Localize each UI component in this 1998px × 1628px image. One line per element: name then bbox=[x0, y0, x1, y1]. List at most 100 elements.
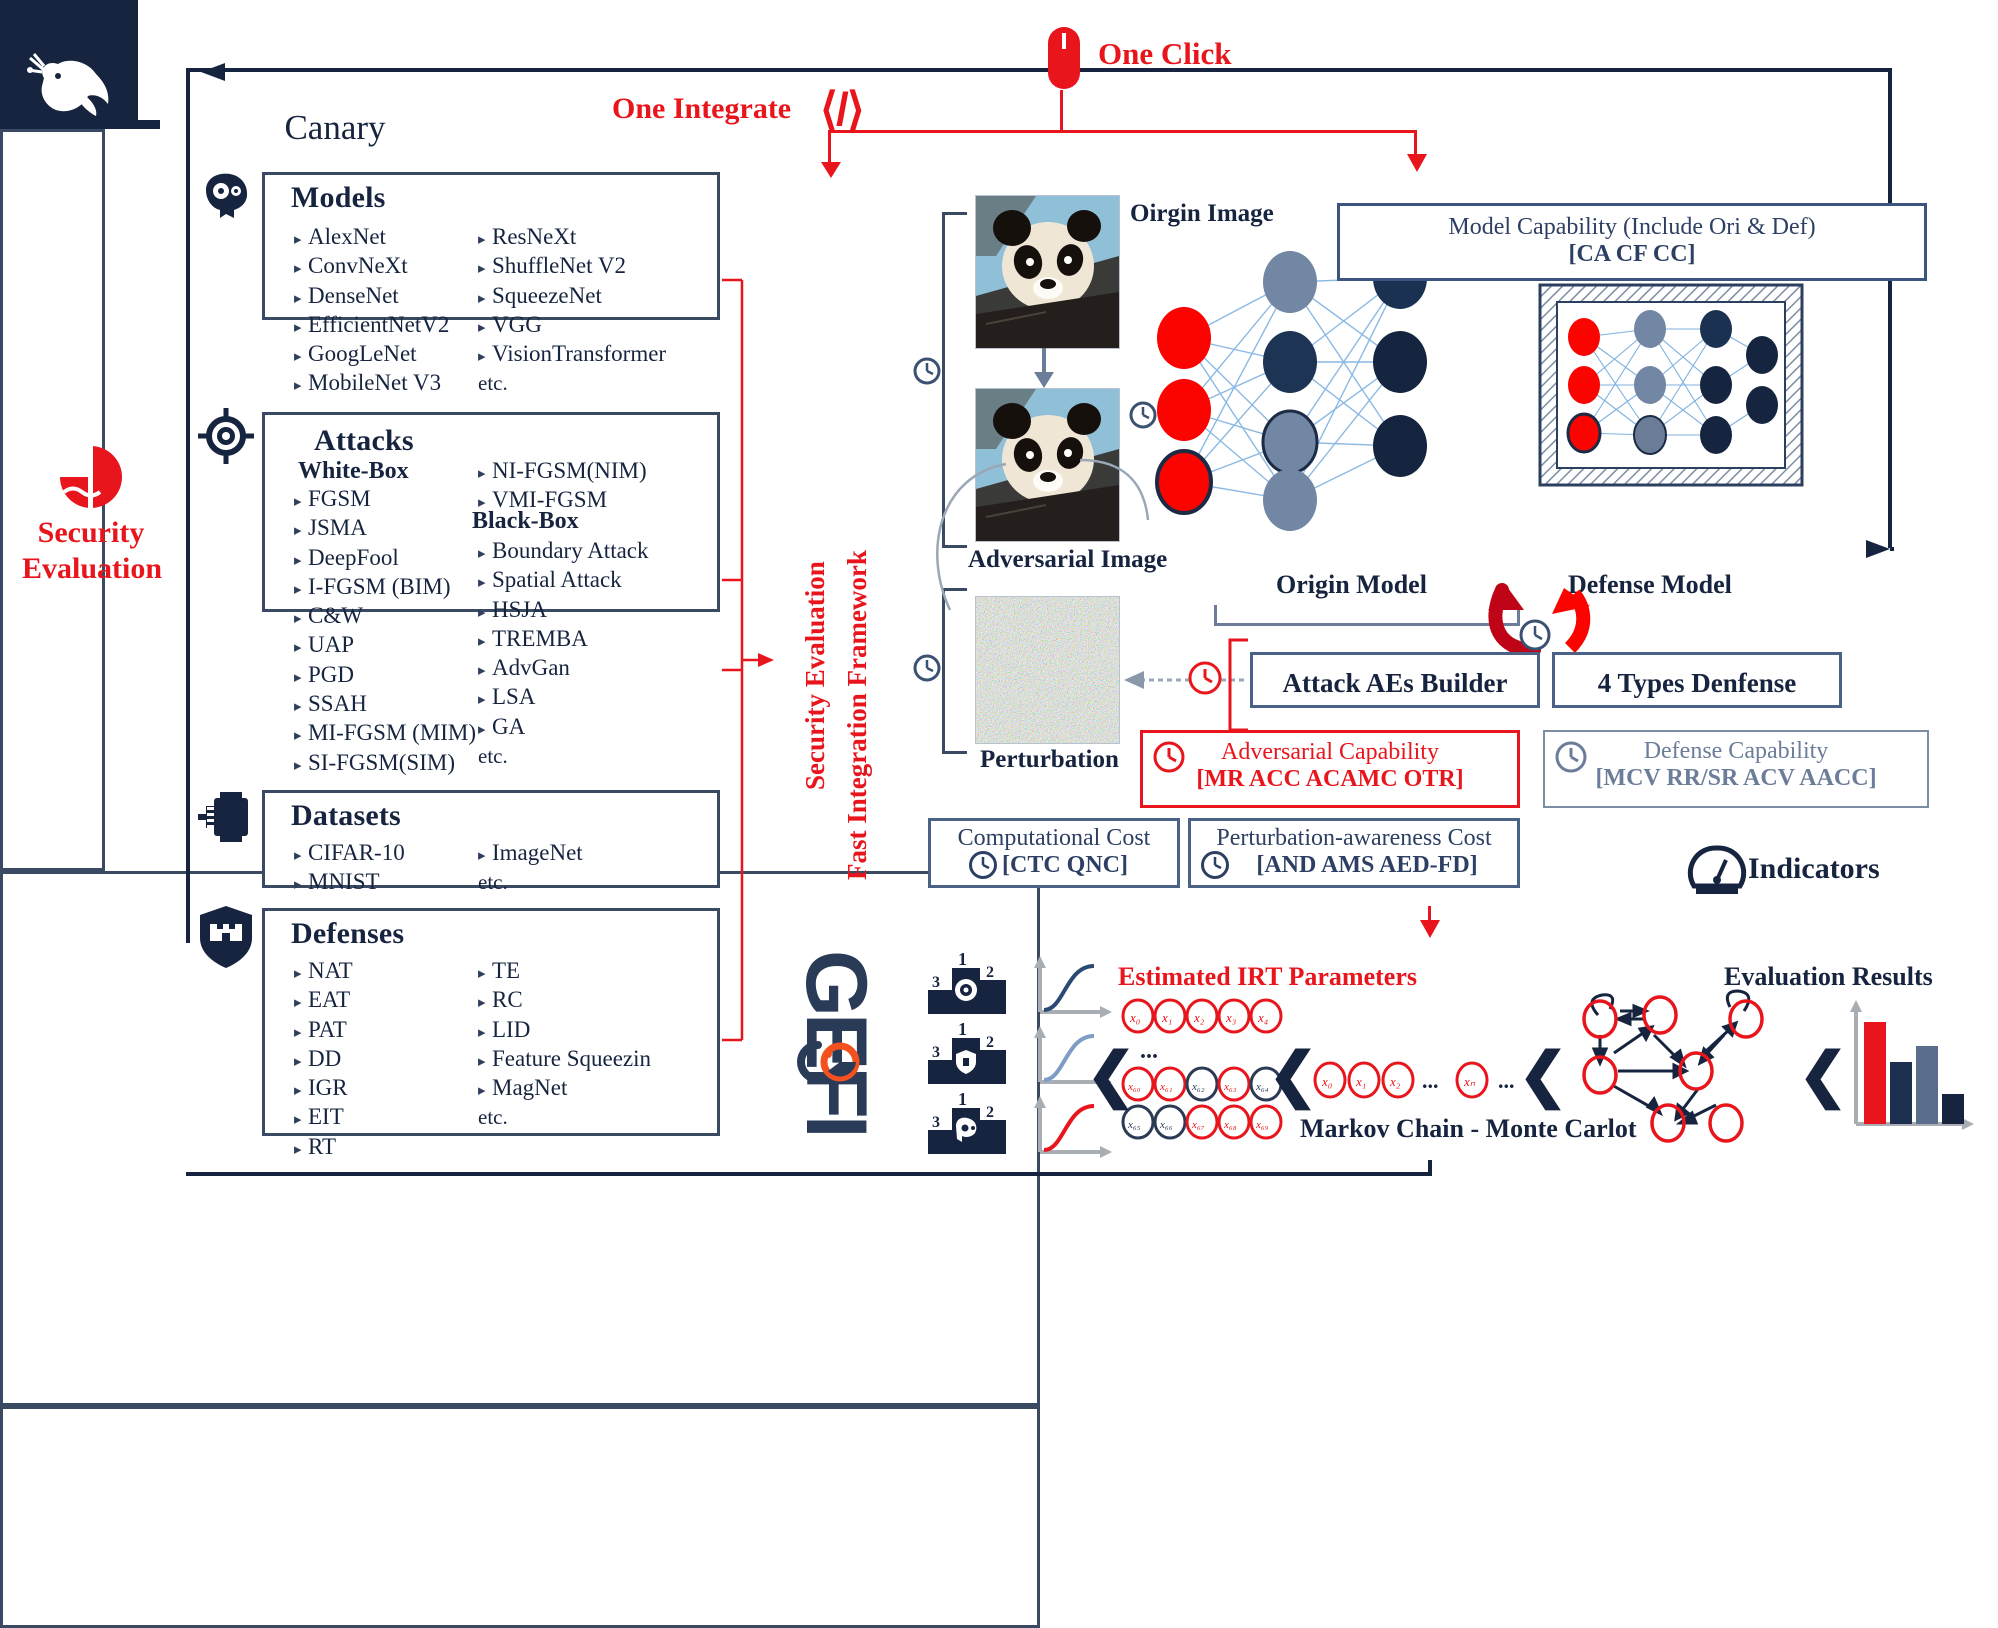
podium-icon-attacks: 1 2 3 bbox=[928, 949, 1006, 1014]
svg-text:x₂: x₂ bbox=[1193, 1010, 1205, 1025]
gefi-logo-icon bbox=[797, 1041, 860, 1083]
model-capability-metrics: [CA CF CC] bbox=[1568, 241, 1696, 267]
outer-wire-top bbox=[186, 68, 1892, 72]
attacks-item: Spatial Attack bbox=[492, 567, 622, 593]
shield-castle-icon bbox=[200, 906, 252, 968]
bullet-icon: ▸ bbox=[478, 721, 486, 738]
bullet-icon: ▸ bbox=[294, 581, 302, 598]
model-capability-box: Model Capability (Include Ori & Def) [CA… bbox=[1337, 203, 1927, 281]
datasets-col2: ▸ ImageNet etc. bbox=[478, 840, 583, 896]
bullet-icon: ▸ bbox=[294, 1141, 302, 1158]
models-item: AlexNet bbox=[308, 224, 386, 249]
svg-text:x₁: x₁ bbox=[1161, 1010, 1172, 1025]
svg-text:x₆₄: x₆₄ bbox=[1255, 1081, 1269, 1093]
bullet-icon: ▸ bbox=[478, 290, 486, 307]
defense-capability-title: Defense Capability bbox=[1643, 738, 1829, 764]
left-panels-collector bbox=[722, 278, 774, 1042]
attack-aes-builder-box[interactable]: Attack AEs Builder bbox=[1250, 652, 1540, 708]
attacks-item: LSA bbox=[492, 684, 536, 710]
clock-icon bbox=[1555, 741, 1587, 773]
bullet-icon: ▸ bbox=[478, 663, 486, 680]
models-col2: ▸ ResNeXt ▸ ShuffleNet V2 ▸ SqueezeNet ▸ VGG… bbox=[478, 224, 666, 397]
panel-models-title: Models bbox=[291, 181, 386, 214]
bullet-icon: ▸ bbox=[294, 232, 302, 248]
datasets-item: ImageNet bbox=[492, 840, 583, 865]
bullet-icon: ▸ bbox=[294, 757, 302, 774]
defenses-item: RT bbox=[308, 1133, 337, 1159]
brain-gears-icon bbox=[206, 173, 248, 218]
defenses-item: NAT bbox=[308, 958, 353, 983]
svg-text:1: 1 bbox=[958, 1089, 967, 1109]
defense-types-box[interactable]: 4 Types Denfense bbox=[1552, 652, 1842, 708]
defenses-item: DD bbox=[308, 1045, 342, 1071]
bullet-icon: ▸ bbox=[294, 995, 302, 1012]
bullet-icon: ▸ bbox=[478, 1083, 486, 1100]
click-arrow-left bbox=[821, 162, 841, 178]
bullet-icon: ▸ bbox=[294, 1083, 302, 1100]
attacks-item: I-FGSM (BIM) bbox=[308, 573, 451, 599]
outer-wire-arrow-left bbox=[201, 63, 225, 81]
svg-text:x₆₈: x₆₈ bbox=[1223, 1119, 1237, 1131]
models-item: MobileNet V3 bbox=[308, 370, 442, 396]
attacks-item: Boundary Attack bbox=[492, 538, 649, 563]
datasets-etc: etc. bbox=[478, 870, 508, 895]
bar-1 bbox=[1864, 1022, 1886, 1124]
brand-underline bbox=[0, 120, 160, 129]
bullet-icon: ▸ bbox=[294, 699, 302, 716]
bar-2 bbox=[1890, 1062, 1912, 1124]
datasets-col1: ▸ CIFAR-10 ▸ MNIST bbox=[294, 840, 405, 899]
evaluation-panel bbox=[0, 1406, 1040, 1628]
bullet-icon: ▸ bbox=[294, 494, 302, 510]
click-wire-vertical bbox=[1060, 90, 1063, 132]
bullet-icon: ▸ bbox=[478, 1053, 486, 1070]
bar-3 bbox=[1916, 1046, 1938, 1124]
outer-wire-bottom bbox=[186, 1172, 1432, 1176]
attacks-item: MI-FGSM (MIM) bbox=[308, 720, 477, 746]
bullet-icon: ▸ bbox=[478, 692, 486, 709]
bullet-icon: ▸ bbox=[478, 966, 486, 982]
origin-model-bracket bbox=[1214, 605, 1520, 626]
bullet-icon: ▸ bbox=[294, 1024, 302, 1041]
attacks-item: C&W bbox=[308, 603, 363, 629]
crosshair-target-icon bbox=[198, 408, 254, 464]
clock-icon bbox=[1188, 661, 1222, 695]
models-col1: ▸ AlexNet ▸ ConvNeXt ▸ DenseNet ▸ EfficientN… bbox=[294, 224, 449, 400]
bullet-icon: ▸ bbox=[294, 848, 302, 864]
defenses-item: MagNet bbox=[492, 1075, 568, 1101]
attacks-item: GA bbox=[492, 713, 526, 739]
chevron-left-icon: ❮ bbox=[1798, 1042, 1849, 1108]
database-icon bbox=[198, 792, 248, 842]
bullet-icon: ▸ bbox=[294, 290, 302, 307]
svg-text:2: 2 bbox=[986, 964, 994, 981]
podium-icon-defenses: 1 2 3 bbox=[928, 1019, 1006, 1084]
svg-text:xₙ: xₙ bbox=[1463, 1074, 1476, 1089]
svg-text:1: 1 bbox=[958, 1019, 967, 1039]
defenses-etc: etc. bbox=[478, 1105, 508, 1130]
security-evaluation-label-line1: Security bbox=[37, 516, 145, 549]
clock-icon bbox=[1201, 851, 1229, 879]
adversarial-capability-box: Adversarial Capability [MR ACC ACAMC OTR… bbox=[1140, 730, 1520, 808]
security-evaluation-label-line2: Evaluation bbox=[21, 552, 163, 585]
origin-model-network bbox=[1155, 247, 1427, 531]
bar-4 bbox=[1942, 1094, 1964, 1124]
svg-text:x₀: x₀ bbox=[1321, 1074, 1332, 1089]
defenses-item: LID bbox=[492, 1016, 531, 1042]
bullet-icon: ▸ bbox=[294, 1053, 302, 1070]
attacks-col1: ▸ FGSM ▸ JSMA ▸ DeepFool ▸ I-FGSM (BIM) ▸ C&W… bbox=[294, 486, 476, 779]
svg-text:x₆₆: x₆₆ bbox=[1159, 1119, 1173, 1131]
gefi-logo: GEFI bbox=[788, 925, 884, 1135]
origin-image-label: Oirgin Image bbox=[1130, 200, 1274, 227]
svg-text:x₆₃: x₆₃ bbox=[1223, 1081, 1237, 1093]
outer-wire-left-vertical bbox=[186, 68, 190, 943]
svg-text:...: ... bbox=[1422, 1068, 1439, 1093]
bullet-icon: ▸ bbox=[294, 877, 302, 894]
adversarial-capability-metrics: [MR ACC ACAMC OTR] bbox=[1196, 766, 1464, 792]
clock-icon bbox=[913, 357, 941, 385]
chevron-left-icon: ❮ bbox=[1268, 1042, 1319, 1108]
outer-wire-right-vertical bbox=[1888, 68, 1892, 548]
origin-image bbox=[975, 195, 1120, 349]
defenses-col2: ▸ TE ▸ RC ▸ LID ▸ Feature Squeezin ▸ MagNet e… bbox=[478, 958, 651, 1131]
svg-text:x₂: x₂ bbox=[1389, 1074, 1401, 1089]
bullet-icon: ▸ bbox=[294, 523, 302, 540]
brand-name: Canary bbox=[284, 108, 386, 147]
